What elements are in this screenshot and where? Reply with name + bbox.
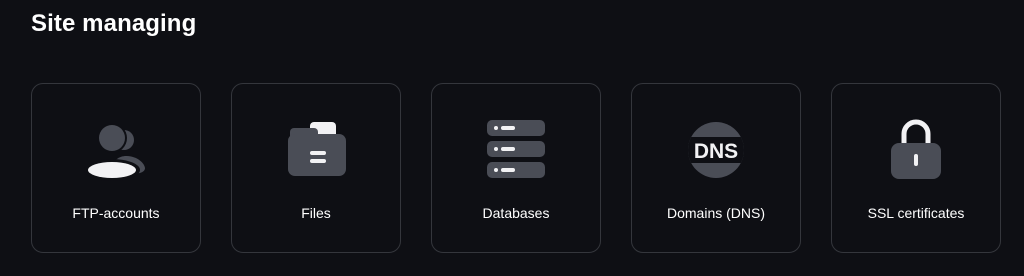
tile-label: Domains (DNS) <box>666 205 765 221</box>
tile-label: SSL certificates <box>867 205 965 221</box>
tile-label: FTP-accounts <box>72 205 160 221</box>
tile-databases[interactable]: Databases <box>431 83 601 253</box>
tile-label: Files <box>301 205 331 221</box>
dns-icon-text: DNS <box>694 140 738 163</box>
tile-ftp-accounts[interactable]: FTP-accounts <box>31 83 201 253</box>
tile-label: Databases <box>482 205 550 221</box>
site-tools-grid: FTP-accounts Files Databases DNS Domains… <box>31 83 1001 253</box>
tile-ssl-certificates[interactable]: SSL certificates <box>831 83 1001 253</box>
database-icon <box>484 118 548 182</box>
padlock-icon <box>884 118 948 182</box>
tile-domains-dns[interactable]: DNS Domains (DNS) <box>631 83 801 253</box>
tile-files[interactable]: Files <box>231 83 401 253</box>
dns-globe-icon: DNS <box>684 118 748 182</box>
section-title: Site managing <box>31 10 197 37</box>
folder-icon <box>284 118 348 182</box>
ftp-users-icon <box>84 118 148 182</box>
